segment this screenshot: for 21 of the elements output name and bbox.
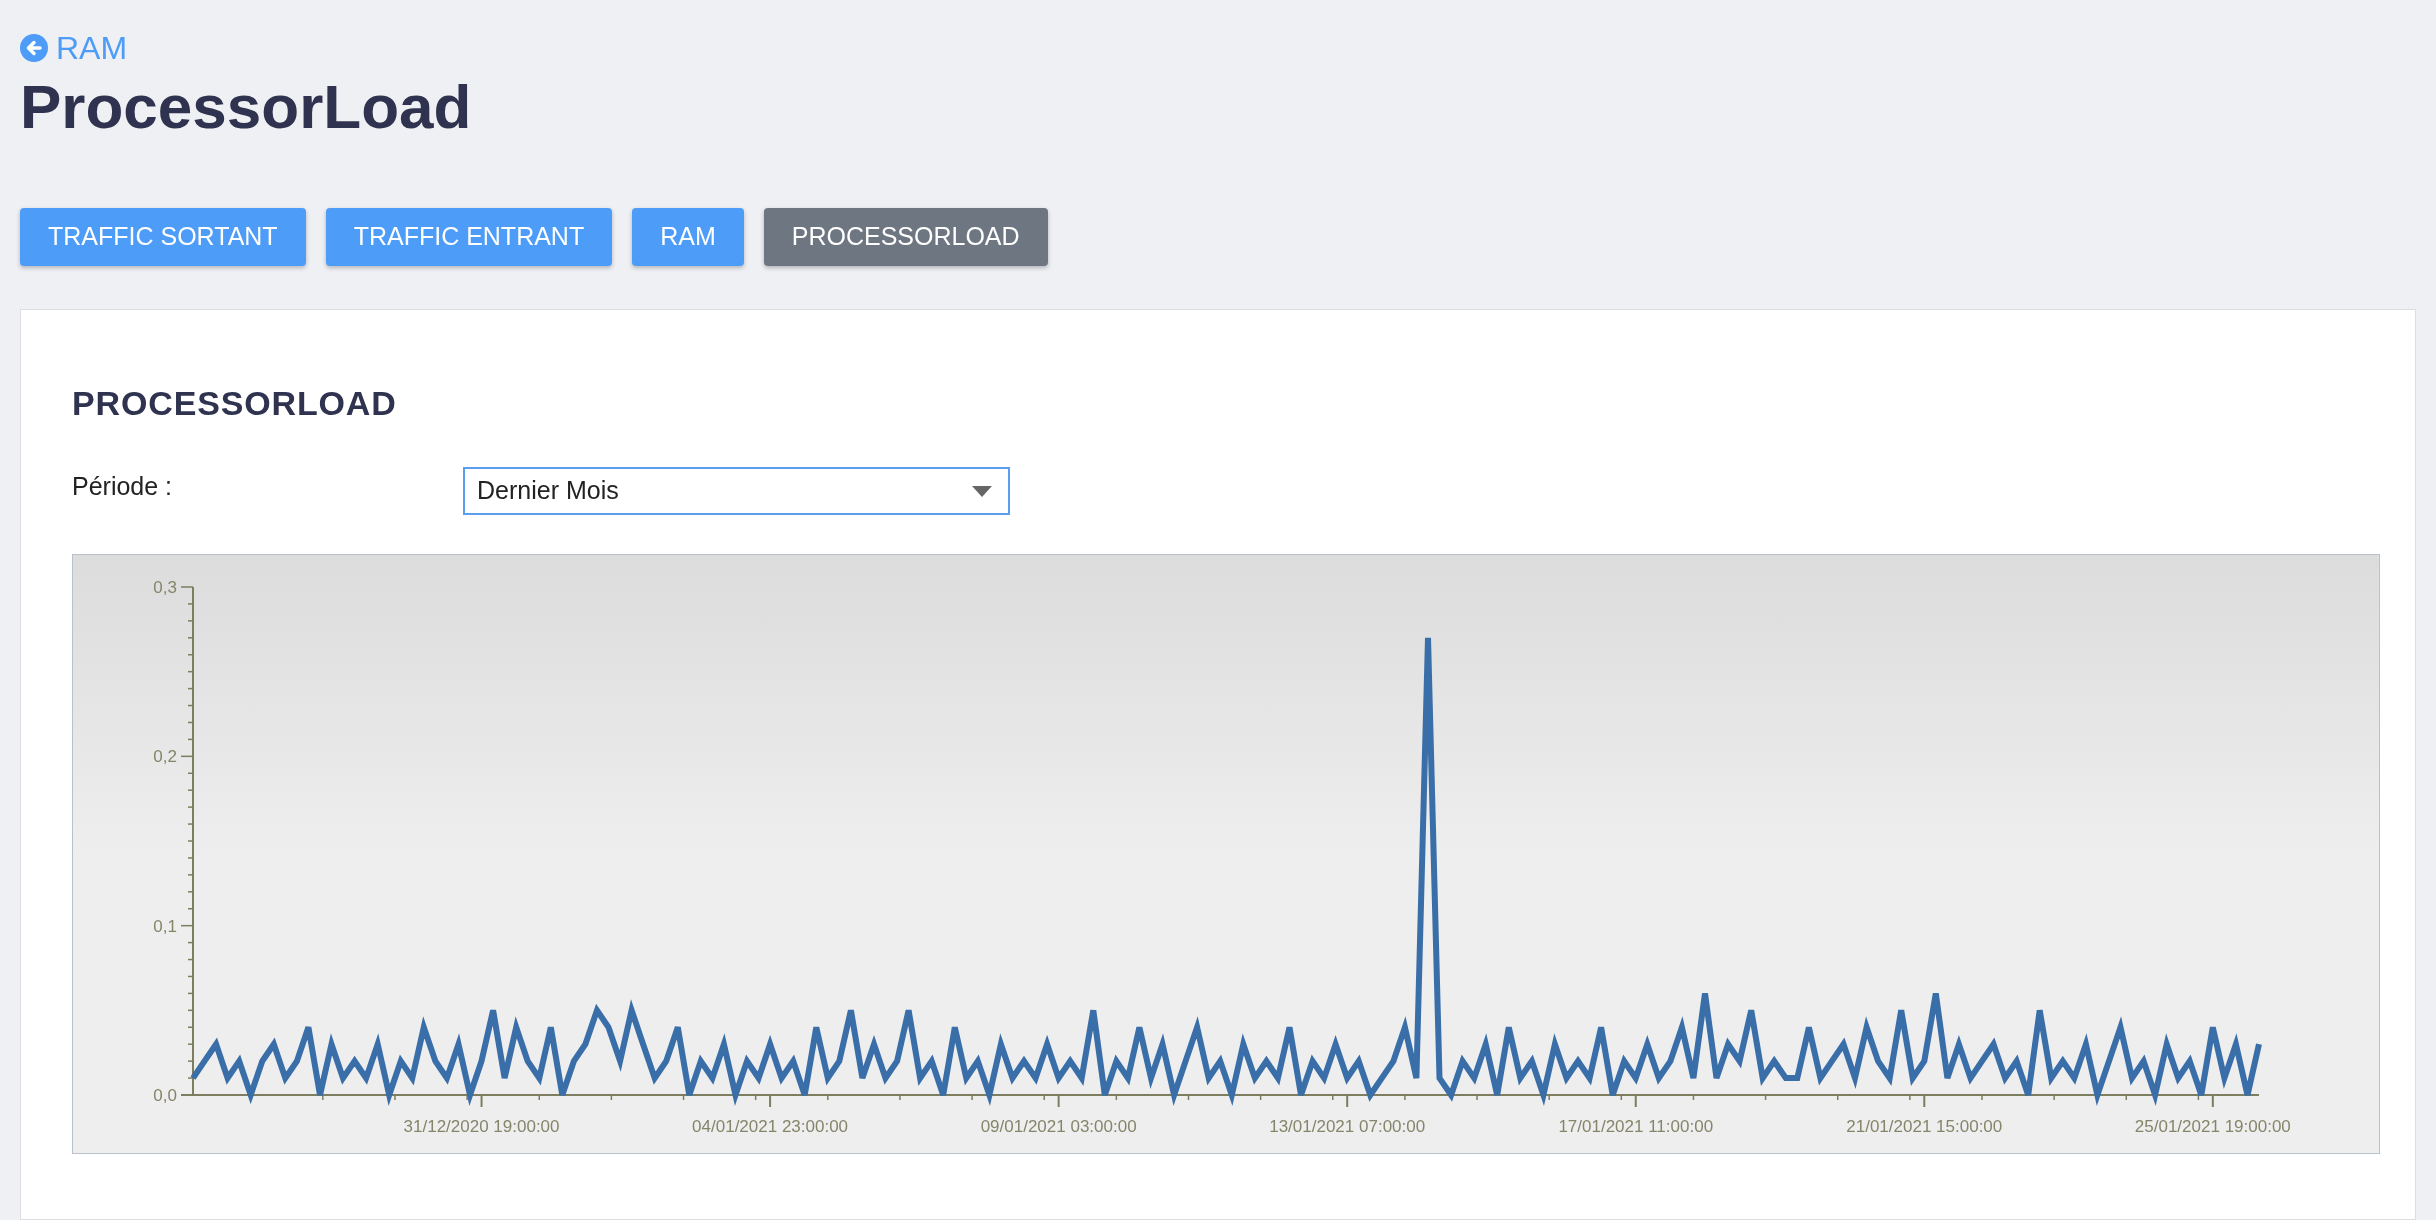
x-tick-label: 21/01/2021 15:00:00 — [1846, 1117, 2003, 1136]
y-tick-label: 0,3 — [153, 578, 177, 597]
tab-button[interactable]: PROCESSORLOAD — [763, 208, 1048, 266]
x-tick-label: 25/01/2021 19:00:00 — [2134, 1117, 2291, 1136]
tab-button[interactable]: TRAFFIC SORTANT — [20, 208, 306, 266]
x-tick-label: 04/01/2021 23:00:00 — [692, 1117, 849, 1136]
x-tick-label: 17/01/2021 11:00:00 — [1558, 1117, 1714, 1136]
card-title: PROCESSORLOAD — [72, 383, 398, 424]
y-tick-label: 0,1 — [153, 916, 177, 936]
y-tick-label: 0,0 — [153, 1086, 177, 1105]
y-tick-label: 0,2 — [153, 747, 177, 767]
x-tick-label: 09/01/2021 03:00:00 — [980, 1117, 1137, 1136]
period-label: Période : — [72, 471, 174, 503]
tab-button[interactable]: RAM — [632, 208, 744, 266]
caret-icon — [972, 485, 992, 497]
x-tick-label: 31/12/2020 19:00:00 — [403, 1117, 560, 1136]
x-tick-label: 13/01/2021 07:00:00 — [1269, 1117, 1426, 1136]
back-link[interactable]: RAM — [20, 30, 128, 66]
period-select[interactable]: Dernier Mois — [463, 467, 1010, 515]
page-title: ProcessorLoad — [20, 71, 473, 143]
tab-button[interactable]: TRAFFIC ENTRANT — [325, 208, 613, 266]
